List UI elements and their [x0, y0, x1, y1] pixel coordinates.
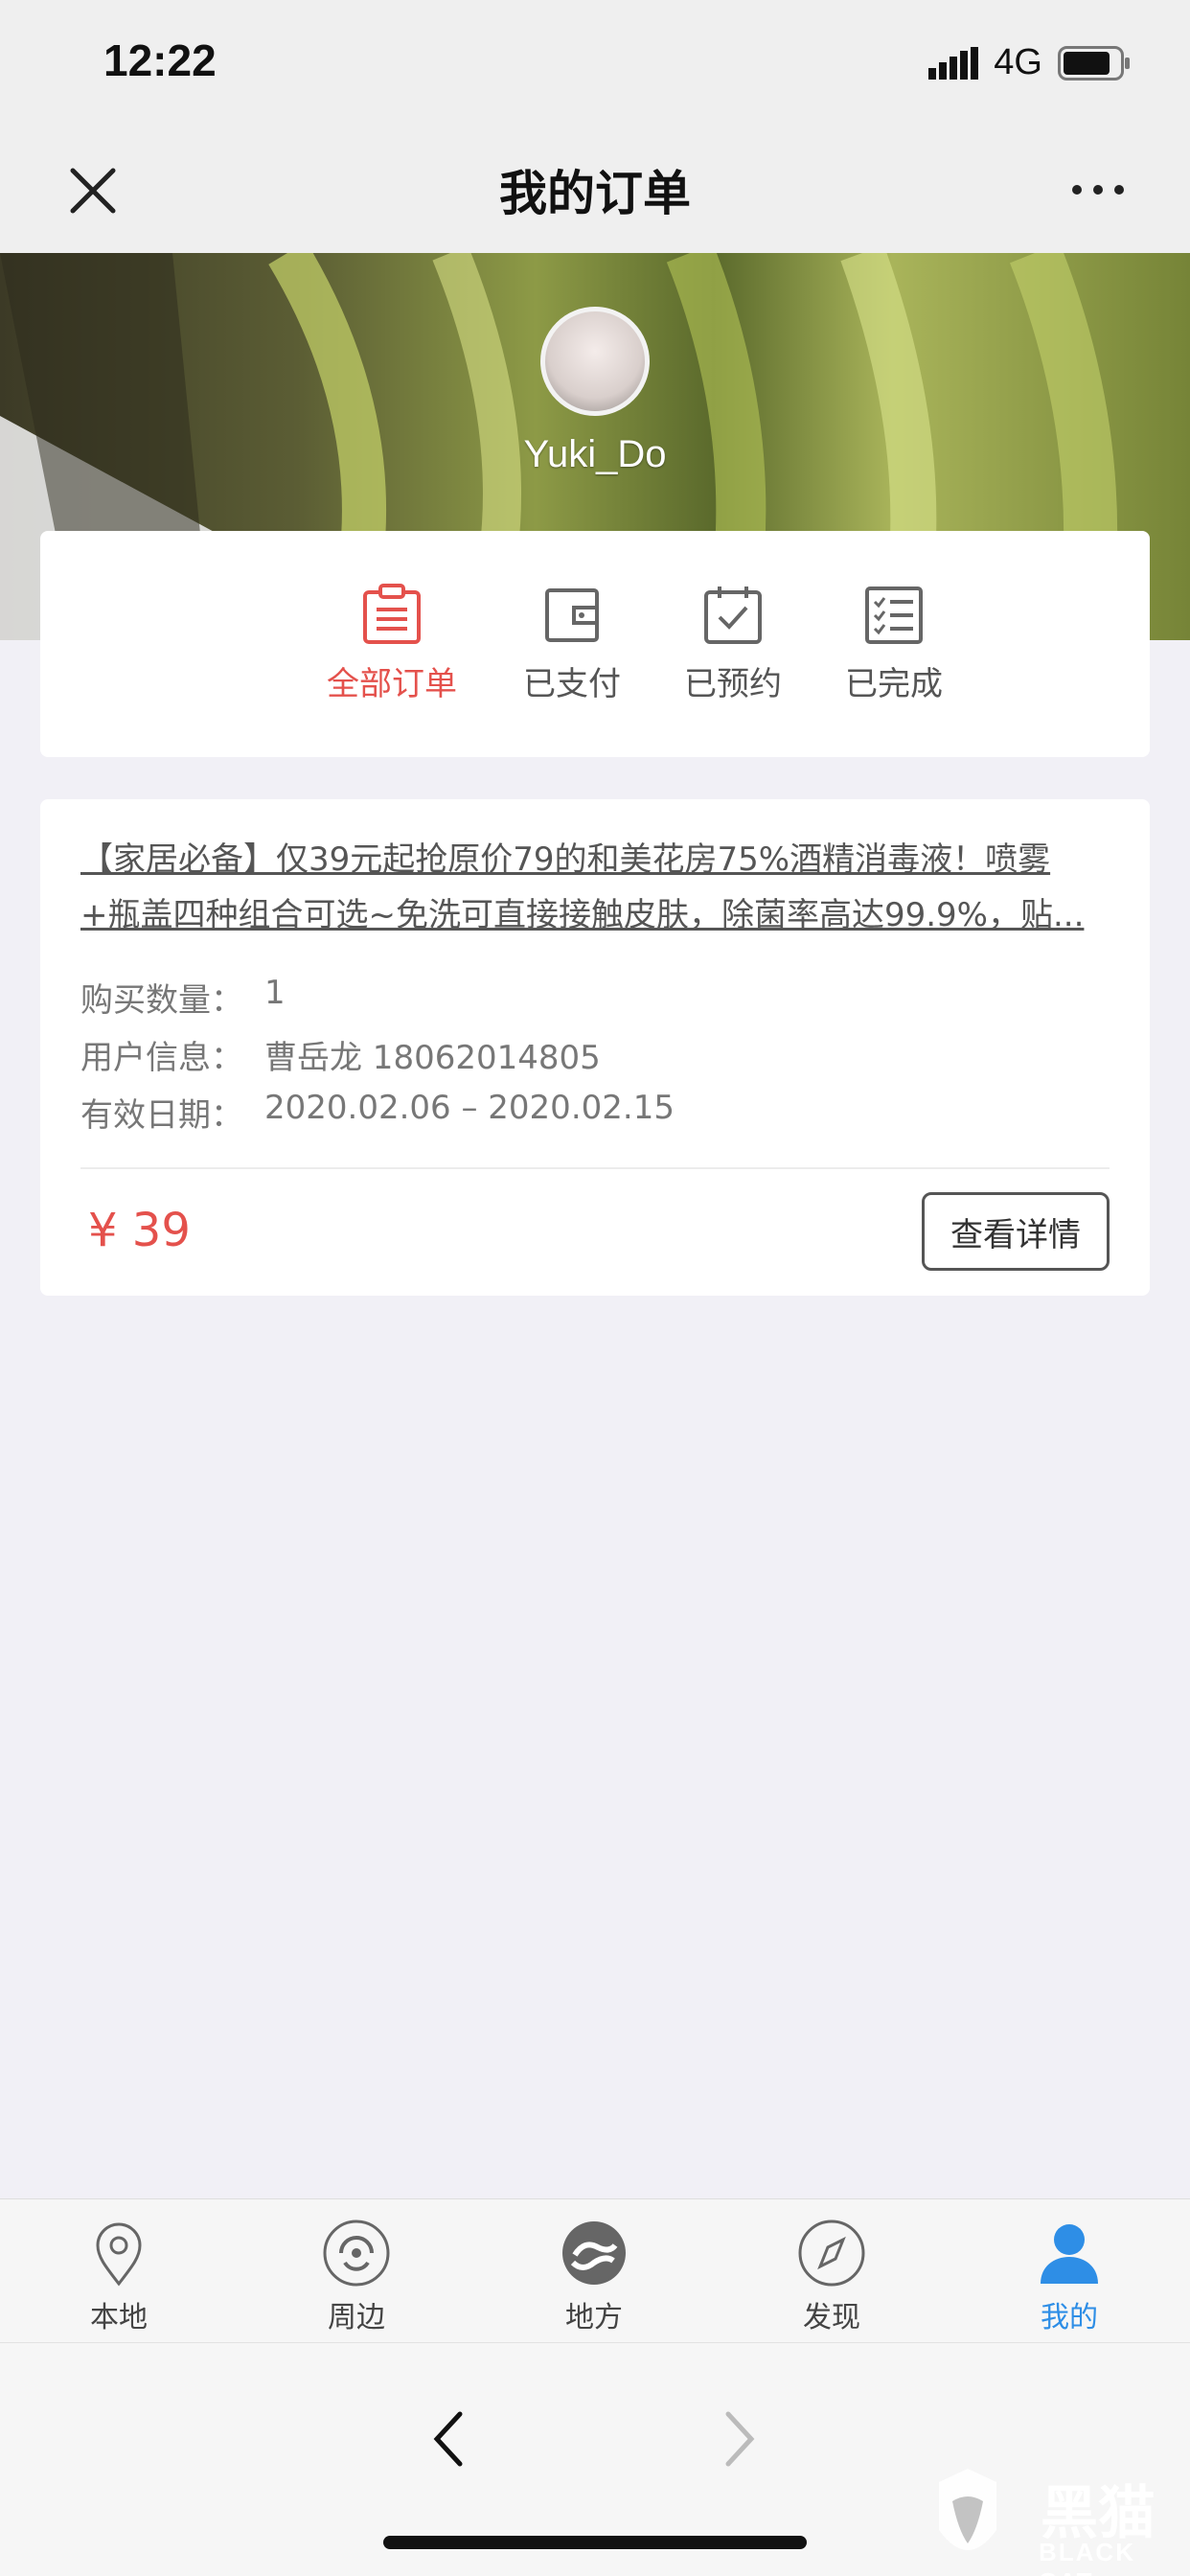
bottom-tab-label: 地方 [565, 2301, 623, 2334]
watermark-subtext: BLACK CAT [1039, 2538, 1135, 2576]
divider [80, 1167, 1110, 1169]
tab-paid[interactable]: 已支付 [491, 583, 653, 704]
valid-date-value: 2020.02.06 – 2020.02.15 [264, 1089, 675, 1127]
bottom-tab-discover[interactable]: 发现 [765, 2219, 899, 2335]
order-status-tabs: 全部订单 已支付 已预约 已完成 [40, 531, 1150, 757]
calendar-check-icon [704, 586, 762, 644]
user-info-row: 用户信息： 曹岳龙 18062014805 [80, 1031, 601, 1078]
swirl-icon [562, 2221, 626, 2285]
wallet-icon [545, 588, 599, 642]
bottom-tab-bar: 本地 周边 地方 发现 我的 [0, 2198, 1190, 2342]
order-title-line: 【家居必备】仅39元起抢原价79的和美花房75%酒精消毒液！喷雾 [80, 840, 1051, 879]
bottom-tab-label: 本地 [90, 2301, 148, 2334]
checklist-icon [865, 586, 923, 644]
status-bar: 12:22 4G [0, 0, 1190, 126]
avatar[interactable] [540, 307, 650, 416]
quantity-value: 1 [264, 974, 286, 1012]
clipboard-icon [363, 584, 421, 644]
bottom-tab-nearby[interactable]: 周边 [289, 2219, 423, 2335]
user-info-label: 用户信息： [80, 1039, 243, 1077]
navigation-bar: 我的订单 [0, 126, 1190, 253]
page-title: 我的订单 [499, 166, 691, 221]
location-pin-icon [96, 2222, 142, 2287]
valid-date-row: 有效日期： 2020.02.06 – 2020.02.15 [80, 1089, 675, 1136]
battery-icon [1058, 45, 1130, 80]
tab-label: 已预约 [684, 665, 782, 703]
bottom-tab-mine[interactable]: 我的 [1002, 2219, 1136, 2335]
forward-arrow-icon[interactable] [721, 2408, 759, 2470]
bottom-tab-local[interactable]: 本地 [52, 2219, 186, 2335]
order-title[interactable]: 【家居必备】仅39元起抢原价79的和美花房75%酒精消毒液！喷雾 +瓶盖四种组合… [80, 832, 1106, 943]
bottom-tab-label: 我的 [1041, 2301, 1098, 2334]
status-time: 12:22 [103, 35, 217, 85]
valid-date-label: 有效日期： [80, 1096, 243, 1135]
user-icon [1041, 2224, 1098, 2284]
user-info-value: 曹岳龙 18062014805 [264, 1039, 601, 1077]
order-price: ¥ 39 [88, 1204, 191, 1257]
tab-reserved[interactable]: 已预约 [652, 583, 814, 704]
compass-icon [798, 2220, 865, 2287]
tab-label: 已完成 [845, 665, 943, 703]
view-details-button[interactable]: 查看详情 [922, 1192, 1110, 1271]
order-card[interactable]: 【家居必备】仅39元起抢原价79的和美花房75%酒精消毒液！喷雾 +瓶盖四种组合… [40, 799, 1150, 1296]
more-icon[interactable] [1069, 180, 1127, 199]
username: Yuki_Do [523, 433, 667, 475]
bottom-tab-places[interactable]: 地方 [527, 2219, 661, 2335]
status-indicators: 4G [928, 42, 1131, 83]
home-indicator[interactable] [383, 2536, 807, 2549]
quantity-label: 购买数量： [80, 981, 243, 1020]
network-type: 4G [994, 42, 1042, 82]
tab-label: 已支付 [523, 665, 621, 703]
tab-label: 全部订单 [327, 665, 457, 703]
quantity-row: 购买数量： 1 [80, 974, 286, 1021]
order-title-line: +瓶盖四种组合可选~免洗可直接接触皮肤，除菌率高达99.9%，贴... [80, 896, 1085, 934]
bottom-tab-label: 发现 [803, 2301, 860, 2334]
bottom-tab-label: 周边 [328, 2301, 385, 2334]
signal-icon [928, 46, 979, 80]
tab-completed[interactable]: 已完成 [812, 583, 975, 704]
back-arrow-icon[interactable] [429, 2408, 468, 2470]
tab-all-orders[interactable]: 全部订单 [310, 583, 473, 704]
radar-icon [323, 2220, 390, 2287]
